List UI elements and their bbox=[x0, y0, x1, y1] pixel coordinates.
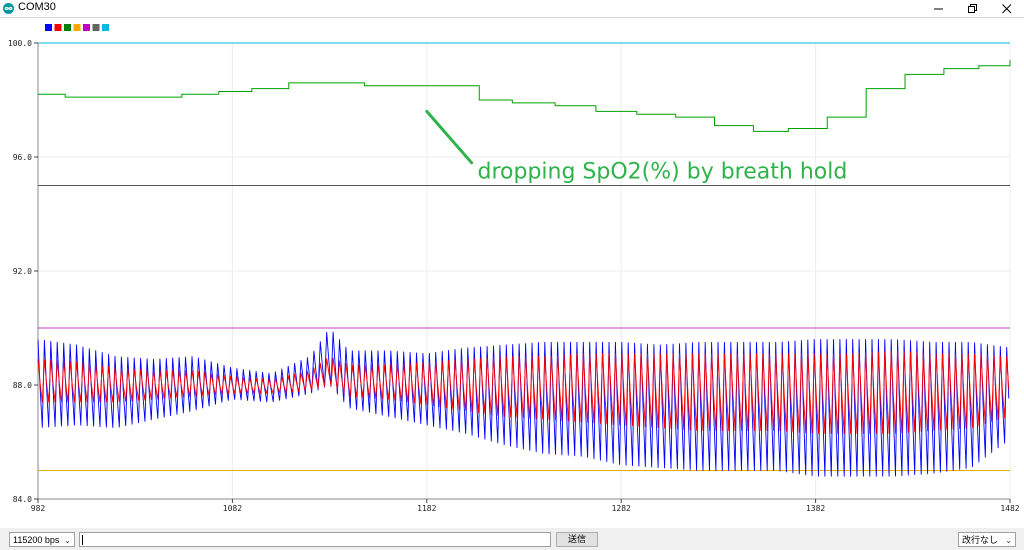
x-tick-label: 1482 bbox=[1000, 504, 1019, 513]
legend-swatch bbox=[102, 24, 109, 31]
x-tick-label: 1082 bbox=[223, 504, 242, 513]
baud-rate-value: 115200 bps bbox=[13, 535, 60, 545]
baud-rate-select[interactable]: 115200 bps ⌄ bbox=[9, 532, 75, 547]
legend-swatch bbox=[45, 24, 52, 31]
title-bar: COM30 bbox=[0, 0, 1024, 18]
series-spo2-line bbox=[38, 60, 1011, 132]
legend-swatch bbox=[64, 24, 71, 31]
legend-swatch bbox=[83, 24, 90, 31]
annotation-text: dropping SpO2(%) by breath hold bbox=[478, 160, 848, 185]
annotation-arrow bbox=[425, 109, 474, 165]
y-tick-label: 96.0 bbox=[13, 153, 32, 162]
legend-swatch bbox=[73, 24, 81, 31]
minimize-icon bbox=[934, 8, 943, 9]
status-bar: 115200 bps ⌄ 送信 改行なし ⌄ bbox=[0, 528, 1024, 550]
close-icon bbox=[1002, 3, 1012, 13]
chevron-down-icon: ⌄ bbox=[1005, 536, 1012, 545]
chevron-down-icon: ⌄ bbox=[64, 536, 71, 545]
arduino-infinity-icon bbox=[3, 3, 14, 14]
minimize-button[interactable] bbox=[922, 0, 956, 17]
restore-icon bbox=[968, 3, 977, 13]
legend-swatch bbox=[54, 24, 62, 31]
close-button[interactable] bbox=[990, 0, 1024, 17]
send-text-input[interactable] bbox=[79, 532, 551, 547]
x-tick-label: 982 bbox=[31, 504, 46, 513]
series-red-waveform bbox=[37, 350, 1010, 434]
window-title: COM30 bbox=[18, 1, 56, 13]
y-tick-label: 100.0 bbox=[8, 39, 32, 48]
send-button[interactable]: 送信 bbox=[556, 532, 598, 547]
y-tick-label: 92.0 bbox=[13, 267, 32, 276]
x-tick-label: 1282 bbox=[612, 504, 631, 513]
line-ending-value: 改行なし bbox=[962, 535, 999, 545]
legend-swatch bbox=[92, 24, 100, 31]
y-tick-label: 88.0 bbox=[13, 381, 32, 390]
x-tick-label: 1182 bbox=[417, 504, 436, 513]
line-ending-select[interactable]: 改行なし ⌄ bbox=[958, 532, 1016, 547]
series-ir-waveform bbox=[37, 331, 1010, 477]
serial-plotter-canvas: 100.0 96.0 92.0 88.0 84.0 982 1082 1182 1282 1382… bbox=[0, 18, 1024, 528]
restore-button[interactable] bbox=[956, 0, 990, 17]
y-tick-label: 84.0 bbox=[13, 495, 32, 504]
x-tick-label: 1382 bbox=[806, 504, 825, 513]
serial-plot-chart: 100.0 96.0 92.0 88.0 84.0982 1082 1182 1282 1382… bbox=[8, 24, 1020, 513]
text-caret bbox=[82, 535, 83, 545]
